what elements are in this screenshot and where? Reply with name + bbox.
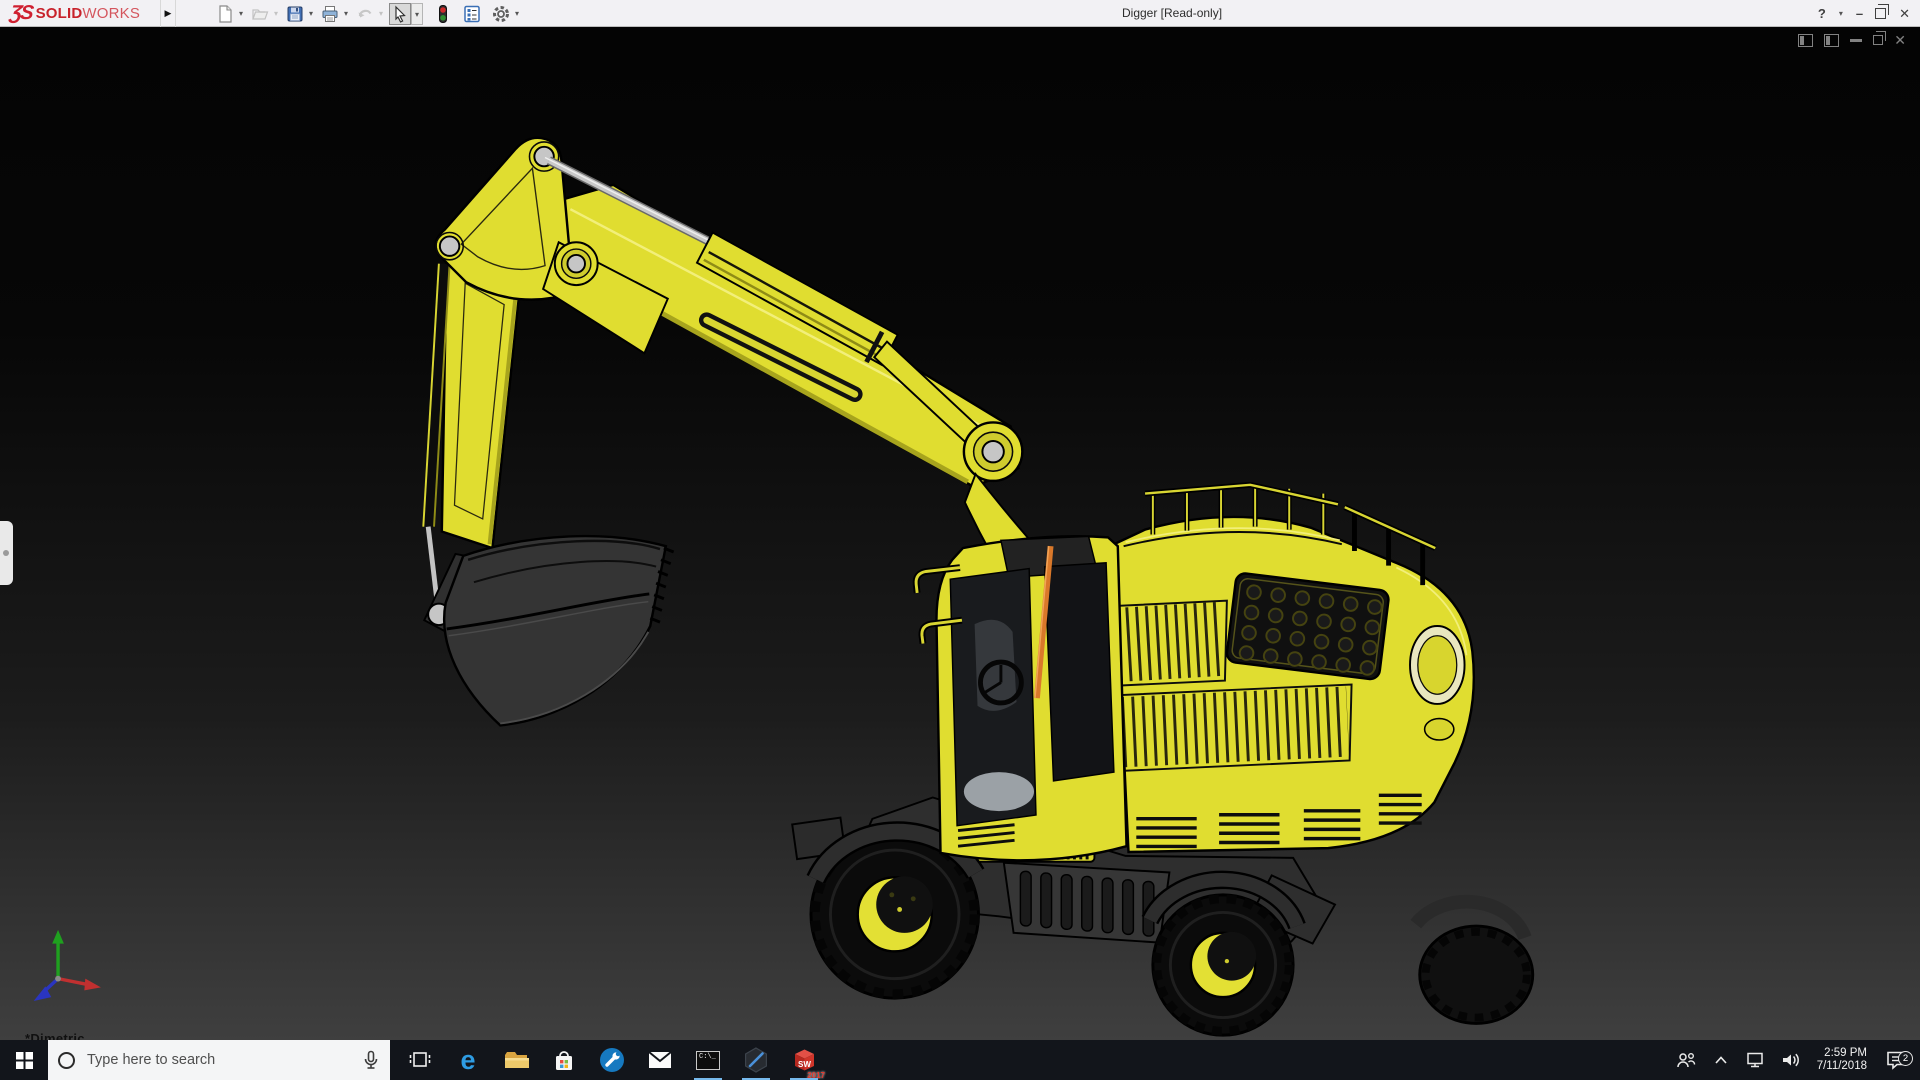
chevron-up-icon — [1715, 1056, 1727, 1064]
store-button[interactable] — [540, 1040, 588, 1080]
display-pane-button[interactable] — [1824, 33, 1840, 47]
select-cursor-icon — [395, 5, 406, 23]
rebuild-button[interactable] — [432, 3, 454, 25]
people-icon — [1676, 1053, 1695, 1068]
hexagon-app-icon — [744, 1047, 767, 1073]
search-input[interactable] — [87, 1052, 362, 1068]
task-view-button[interactable] — [396, 1040, 444, 1080]
feature-manager-collapsed-tab[interactable] — [0, 521, 13, 585]
system-tray: 2:59 PM 7/11/2018 2 — [1673, 1040, 1920, 1080]
notification-badge: 2 — [1898, 1051, 1913, 1066]
orientation-triad — [33, 929, 101, 1002]
clock-date: 7/11/2018 — [1816, 1060, 1867, 1072]
print-caret[interactable]: ▾ — [341, 9, 351, 18]
bucket — [423, 534, 675, 727]
front-right-wheel — [1151, 893, 1295, 1037]
cab — [912, 535, 1128, 862]
document-window-controls: ✕ — [1798, 31, 1906, 47]
close-button[interactable]: ✕ — [1899, 0, 1910, 27]
cortana-icon — [58, 1051, 75, 1069]
save-button[interactable] — [284, 3, 306, 25]
settings-tool-button[interactable] — [588, 1040, 636, 1080]
minimize-button[interactable]: – — [1856, 0, 1863, 27]
options-caret[interactable]: ▾ — [512, 9, 522, 18]
select-tool-button[interactable] — [389, 2, 411, 25]
tray-overflow-chevron[interactable] — [1708, 1055, 1734, 1065]
pane-icon — [1798, 33, 1814, 47]
edge-icon: e — [460, 1044, 476, 1075]
wrench-circle-icon — [600, 1048, 624, 1072]
solidworks-logo: ƷS SOLID WORKS — [8, 2, 141, 24]
windows-logo-icon — [15, 1051, 33, 1069]
task-view-icon — [409, 1052, 431, 1067]
taskbar-apps: e C:\_ SW 2017 — [396, 1040, 828, 1080]
edge-button[interactable]: e — [444, 1040, 492, 1080]
excavator-model — [33, 136, 1535, 1037]
save-caret[interactable]: ▾ — [306, 9, 316, 18]
new-document-button[interactable] — [214, 3, 236, 25]
gear-icon — [493, 5, 509, 22]
select-tool-caret[interactable]: ▾ — [411, 2, 423, 25]
engine-grille — [1225, 572, 1390, 681]
options-button[interactable] — [490, 3, 512, 25]
taskbar-search[interactable] — [48, 1040, 390, 1080]
print-button[interactable] — [319, 3, 341, 25]
command-prompt-button[interactable]: C:\_ — [684, 1040, 732, 1080]
feature-pane-button[interactable] — [1798, 33, 1814, 47]
pane-icon-2 — [1824, 33, 1840, 47]
svg-text:SW: SW — [798, 1060, 811, 1069]
microphone-icon[interactable] — [362, 1050, 380, 1070]
tab-grip-dot — [3, 550, 9, 556]
mail-button[interactable] — [636, 1040, 684, 1080]
triad-x-axis — [57, 976, 88, 987]
titlebar: ƷS SOLID WORKS ▶ ▾ ▾ ▾ ▾ ▾ ▾ ▾ Digger [R… — [0, 0, 1920, 27]
restore-button[interactable] — [1875, 4, 1890, 19]
quick-access-toolbar: ▾ ▾ ▾ ▾ ▾ ▾ ▾ — [214, 0, 525, 27]
doc-close-button[interactable]: ✕ — [1894, 33, 1906, 47]
network-icon — [1746, 1052, 1763, 1068]
help-button[interactable]: ? — [1818, 0, 1826, 27]
taskbar-clock[interactable]: 2:59 PM 7/11/2018 — [1813, 1047, 1871, 1073]
mail-icon — [648, 1051, 672, 1068]
open-button[interactable] — [249, 3, 271, 25]
taskbar: e — [0, 1040, 1920, 1080]
graphics-area[interactable]: ✕ *Dimetric — [0, 27, 1920, 1040]
network-button[interactable] — [1743, 1051, 1769, 1069]
doc-minimize-button[interactable] — [1850, 38, 1863, 42]
undo-caret[interactable]: ▾ — [376, 9, 386, 18]
command-prompt-icon: C:\_ — [696, 1050, 720, 1070]
hexagon-app-button[interactable] — [732, 1040, 780, 1080]
toolbar-flyout-arrow[interactable]: ▶ — [160, 0, 176, 27]
door-window — [1043, 561, 1115, 782]
speaker-icon — [1782, 1053, 1799, 1067]
file-explorer-button[interactable] — [492, 1040, 540, 1080]
action-center-button[interactable]: 2 — [1880, 1050, 1914, 1070]
clock-time: 2:59 PM — [1824, 1047, 1867, 1059]
solidworks-cube-icon: SW — [794, 1049, 814, 1071]
store-icon — [556, 1051, 572, 1070]
solidworks-logo-mark: ƷS — [8, 2, 34, 24]
xpress-products-button[interactable] — [461, 3, 483, 25]
volume-button[interactable] — [1778, 1051, 1804, 1069]
doc-restore-button[interactable] — [1873, 31, 1887, 45]
file-explorer-icon — [505, 1052, 529, 1068]
new-document-caret[interactable]: ▾ — [236, 9, 246, 18]
solidworks-2017-button[interactable]: SW 2017 — [780, 1040, 828, 1080]
start-button[interactable] — [0, 1040, 48, 1080]
window-title: Digger [Read-only] — [1122, 6, 1223, 20]
help-caret[interactable]: ▾ — [1839, 9, 1843, 18]
open-caret[interactable]: ▾ — [271, 9, 281, 18]
undo-button[interactable] — [354, 3, 376, 25]
view-orientation-label: *Dimetric — [25, 1031, 85, 1040]
open-folder-icon — [252, 10, 269, 20]
people-button[interactable] — [1673, 1051, 1699, 1069]
